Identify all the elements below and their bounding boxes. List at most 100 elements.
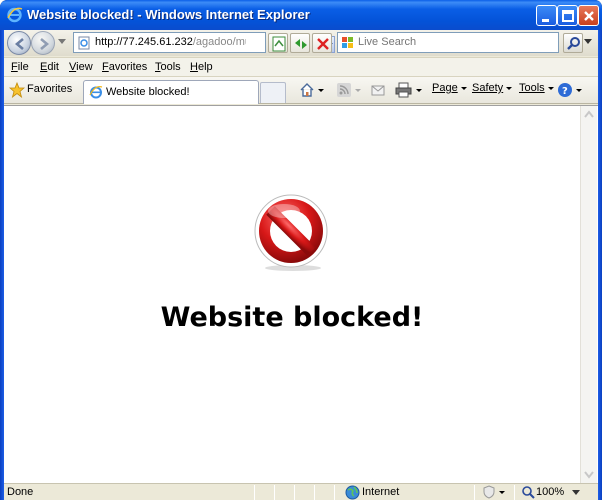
safety-menu-label: Safety (472, 82, 504, 94)
zoom-label: 100% (536, 486, 565, 498)
scroll-up-icon (584, 110, 594, 118)
feeds-chevron-icon (355, 88, 361, 92)
address-url[interactable]: http://77.245.61.232/agadoo/multi (95, 36, 246, 48)
menu-view-label: iew (76, 61, 93, 73)
status-divider (514, 485, 515, 500)
status-divider (254, 485, 255, 500)
scroll-up-button[interactable] (581, 106, 597, 123)
status-text: Done (7, 486, 34, 498)
compatibility-icon (272, 36, 286, 52)
star-icon (9, 82, 25, 98)
menu-file[interactable]: File (11, 61, 29, 73)
menu-tools-label: ools (160, 61, 181, 73)
search-options-chevron-icon[interactable] (584, 39, 592, 45)
protected-mode-chevron-icon (499, 490, 505, 494)
tools-menu-button[interactable]: Tools (519, 82, 554, 100)
menu-edit-label: dit (47, 61, 59, 73)
help-icon: ? (558, 83, 572, 97)
safety-menu-button[interactable]: Safety (472, 82, 513, 100)
home-button[interactable] (299, 82, 324, 100)
menu-favorites-accel: F (102, 61, 109, 73)
mail-icon (371, 85, 385, 96)
menu-file-label: ile (17, 61, 29, 73)
blocked-icon (254, 194, 328, 271)
page-icon (78, 36, 90, 50)
status-divider (314, 485, 315, 500)
search-input[interactable] (358, 36, 553, 48)
print-chevron-icon (416, 88, 422, 92)
security-zone-label: Internet (362, 486, 400, 498)
shield-icon (483, 485, 495, 499)
scroll-down-button[interactable] (581, 466, 597, 483)
ie-logo-icon (7, 7, 23, 23)
feeds-button[interactable] (336, 82, 361, 100)
ie-page-icon (89, 86, 103, 99)
forward-button[interactable] (31, 31, 55, 55)
page-chevron-icon (460, 86, 467, 90)
maximize-button[interactable] (557, 5, 578, 26)
refresh-button[interactable] (290, 33, 310, 53)
help-button[interactable]: ? (557, 82, 582, 100)
minimize-icon (542, 19, 549, 22)
stop-button[interactable] (312, 33, 332, 53)
favorites-button[interactable]: Favorites (6, 79, 78, 101)
status-divider (294, 485, 295, 500)
title-bar[interactable]: Website blocked! - Windows Internet Expl… (0, 0, 602, 30)
protected-mode-button[interactable] (482, 485, 505, 500)
home-icon (300, 83, 314, 97)
tools-menu-label: Tools (519, 82, 545, 94)
page-menu-button[interactable]: Page (432, 82, 467, 100)
address-host: http://77.245.61.232 (95, 36, 193, 48)
status-divider (474, 485, 475, 500)
status-bar: Done Internet 100% (4, 483, 598, 500)
menu-view[interactable]: View (69, 61, 93, 73)
vertical-scrollbar[interactable] (580, 106, 597, 484)
menu-favorites[interactable]: Favorites (102, 61, 147, 73)
address-path: /agadoo/multi (192, 36, 246, 48)
menu-favorites-label: avorites (108, 61, 148, 73)
zoom-icon (522, 486, 535, 499)
menu-help-label: elp (197, 61, 213, 73)
new-tab-button[interactable] (260, 82, 286, 103)
svg-text:?: ? (562, 86, 568, 97)
printer-icon (395, 82, 412, 98)
menu-help[interactable]: Help (190, 61, 213, 73)
menu-bar: File Edit View Favorites Tools Help (4, 57, 598, 77)
page-content: Website blocked! (4, 105, 598, 484)
recent-pages-chevron-icon[interactable] (58, 39, 66, 45)
close-icon (584, 11, 594, 21)
menu-tools[interactable]: Tools (155, 61, 181, 73)
compatibility-view-button[interactable] (268, 33, 288, 53)
zoom-chevron-icon[interactable] (572, 490, 580, 496)
address-bar[interactable]: http://77.245.61.232/agadoo/multi (73, 32, 335, 53)
help-chevron-icon (576, 88, 582, 92)
read-mail-button[interactable] (370, 82, 386, 100)
status-divider (334, 485, 335, 500)
tab-website-blocked[interactable]: Website blocked! (83, 80, 259, 104)
search-button[interactable] (563, 33, 583, 53)
maximize-icon (562, 10, 574, 22)
search-box[interactable] (337, 32, 559, 53)
menu-edit[interactable]: Edit (40, 61, 59, 73)
menu-help-accel: H (190, 61, 198, 73)
command-bar: Favorites Website blocked! Page Safety T… (4, 77, 598, 104)
home-chevron-icon (318, 88, 324, 92)
tab-label: Website blocked! (106, 86, 190, 98)
scroll-down-icon (584, 471, 594, 479)
status-divider (274, 485, 275, 500)
globe-icon (345, 485, 360, 500)
print-button[interactable] (395, 82, 422, 100)
browser-frame: http://77.245.61.232/agadoo/multi (4, 30, 598, 500)
close-button[interactable] (578, 5, 599, 26)
search-icon (567, 37, 580, 50)
live-search-logo-icon (342, 37, 353, 48)
minimize-button[interactable] (536, 5, 557, 26)
back-button[interactable] (7, 31, 31, 55)
forward-arrow-icon (40, 38, 50, 50)
tools-chevron-icon (547, 86, 554, 90)
page-heading: Website blocked! (160, 302, 424, 333)
window-title: Website blocked! - Windows Internet Expl… (27, 7, 310, 22)
back-arrow-icon (14, 38, 24, 50)
window-border-right (598, 30, 602, 500)
page-menu-label: Page (432, 82, 458, 94)
